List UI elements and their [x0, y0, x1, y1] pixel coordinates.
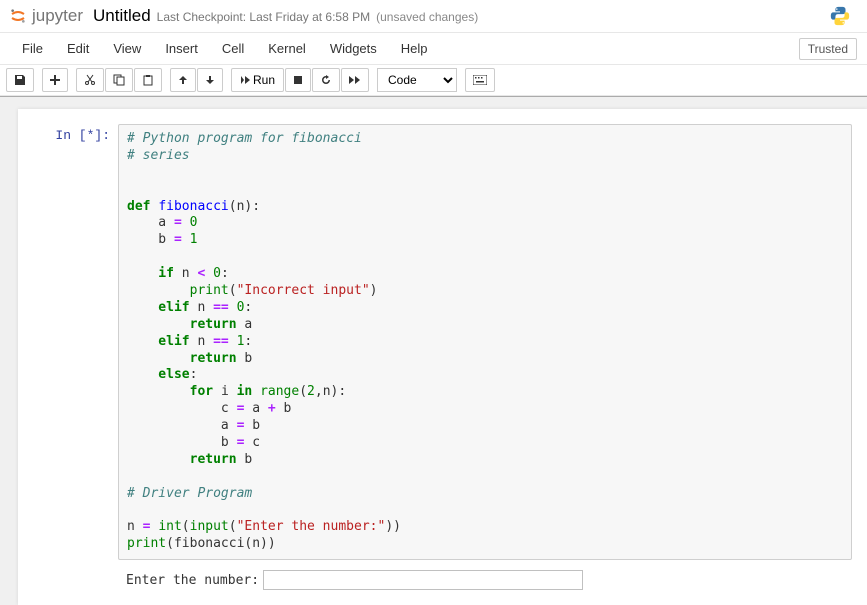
menu-file[interactable]: File: [10, 35, 55, 62]
copy-button[interactable]: [105, 68, 133, 92]
unsaved-indicator: (unsaved changes): [376, 10, 478, 24]
menu-cell[interactable]: Cell: [210, 35, 256, 62]
move-up-button[interactable]: [170, 68, 196, 92]
trusted-indicator[interactable]: Trusted: [799, 38, 857, 60]
save-button[interactable]: [6, 68, 34, 92]
menu-edit[interactable]: Edit: [55, 35, 101, 62]
command-palette-button[interactable]: [465, 68, 495, 92]
output-area: Enter the number:: [18, 565, 867, 595]
run-button[interactable]: Run: [231, 68, 284, 92]
cut-button[interactable]: [76, 68, 104, 92]
title-area: Untitled Last Checkpoint: Last Friday at…: [93, 6, 478, 26]
stdin-input[interactable]: [263, 570, 583, 590]
plus-icon: [50, 75, 60, 85]
interrupt-button[interactable]: [285, 68, 311, 92]
save-icon: [14, 74, 26, 86]
notebook-title[interactable]: Untitled: [93, 6, 151, 26]
stdin-prompt-text: Enter the number:: [126, 573, 259, 588]
cut-icon: [84, 74, 96, 86]
menu-kernel[interactable]: Kernel: [256, 35, 318, 62]
move-down-button[interactable]: [197, 68, 223, 92]
menu-help[interactable]: Help: [389, 35, 440, 62]
python-kernel-icon[interactable]: [829, 5, 851, 27]
stop-icon: [293, 75, 303, 85]
cell-type-select[interactable]: Code: [377, 68, 457, 92]
run-icon: [240, 75, 250, 85]
jupyter-icon: [10, 8, 26, 24]
menu-insert[interactable]: Insert: [153, 35, 210, 62]
jupyter-logo[interactable]: jupyter: [10, 6, 83, 26]
stdin-prompt: Enter the number:: [118, 570, 862, 590]
toolbar: Run Code: [0, 65, 867, 96]
code-cell[interactable]: In [*]: # Python program for fibonacci #…: [18, 119, 867, 565]
menu-view[interactable]: View: [101, 35, 153, 62]
notebook-header: jupyter Untitled Last Checkpoint: Last F…: [0, 0, 867, 33]
input-prompt: In [*]:: [18, 124, 118, 560]
paste-button[interactable]: [134, 68, 162, 92]
copy-icon: [113, 74, 125, 86]
arrow-up-icon: [178, 75, 188, 85]
restart-run-all-button[interactable]: [341, 68, 369, 92]
restart-button[interactable]: [312, 68, 340, 92]
run-label: Run: [253, 73, 275, 87]
restart-icon: [320, 74, 332, 86]
insert-cell-button[interactable]: [42, 68, 68, 92]
notebook-inner: In [*]: # Python program for fibonacci #…: [18, 109, 867, 605]
menu-widgets[interactable]: Widgets: [318, 35, 389, 62]
keyboard-icon: [473, 75, 487, 85]
paste-icon: [142, 74, 154, 86]
code-input[interactable]: # Python program for fibonacci # series …: [118, 124, 852, 560]
code-content[interactable]: # Python program for fibonacci # series …: [127, 131, 843, 553]
checkpoint-text: Last Checkpoint: Last Friday at 6:58 PM: [157, 10, 370, 24]
menu-bar: File Edit View Insert Cell Kernel Widget…: [0, 33, 867, 65]
arrow-down-icon: [205, 75, 215, 85]
fast-forward-icon: [349, 75, 361, 85]
jupyter-brand-text: jupyter: [32, 6, 83, 26]
notebook-container: In [*]: # Python program for fibonacci #…: [0, 96, 867, 605]
output-prompt: [18, 570, 118, 590]
